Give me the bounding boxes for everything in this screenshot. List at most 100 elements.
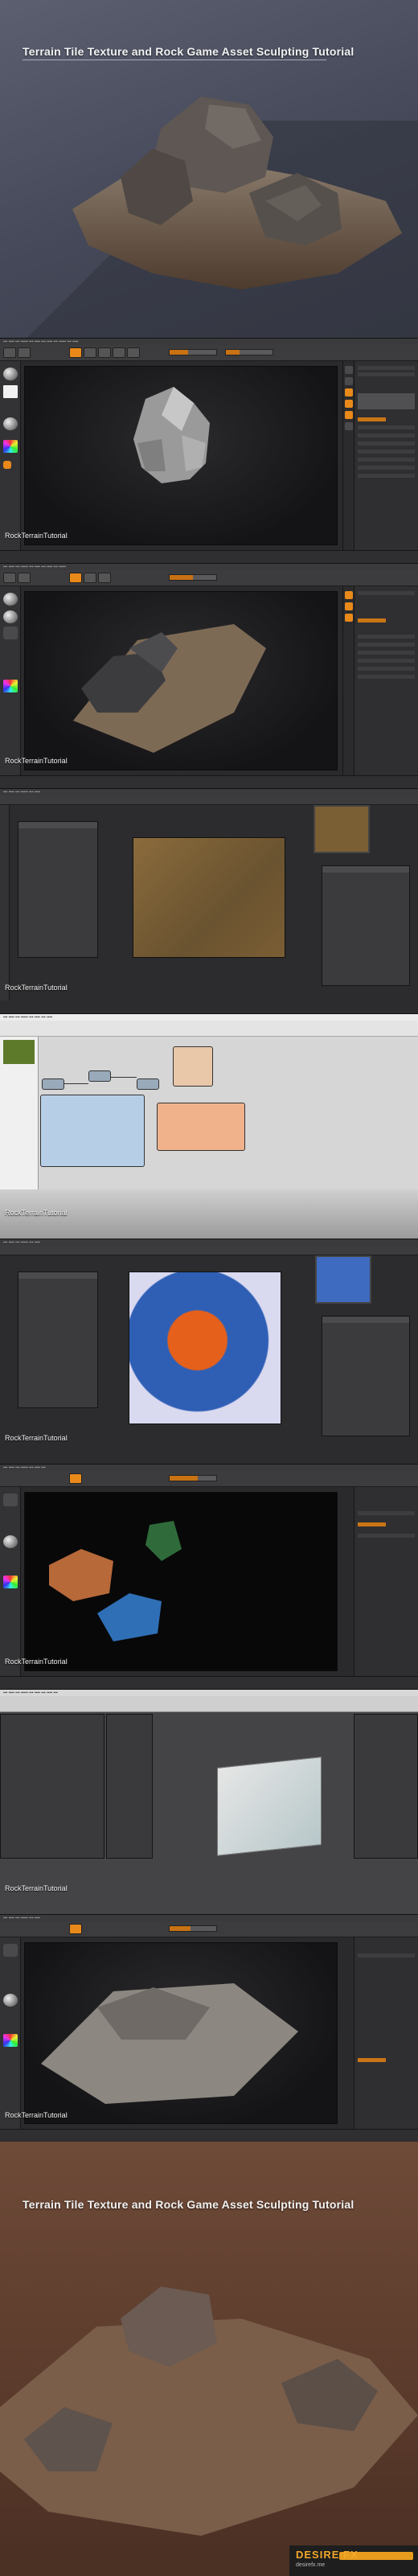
menu-bar[interactable]: ▪▪▪ ▪▪▪▪ ▪▪▪ ▪▪▪▪▪ ▪▪▪ ▪▪▪▪ ▪▪▪ ▪▪▪▪ ▪▪▪ xyxy=(0,1690,418,1696)
color-picker-icon[interactable] xyxy=(3,440,18,453)
draw-size-slider[interactable] xyxy=(225,349,273,355)
navigator-thumbnail xyxy=(315,1255,371,1304)
modifier-panel[interactable] xyxy=(0,1714,104,1859)
terrain-texture-canvas[interactable] xyxy=(133,837,285,958)
comment-frame[interactable] xyxy=(40,1095,145,1167)
screen-zbrush-terrain-tile: ▪▪▪ ▪▪▪▪ ▪▪▪ ▪▪▪▪▪ ▪▪▪ ▪▪▪▪ RockTerrainT… xyxy=(0,1914,418,2142)
3d-viewport[interactable] xyxy=(24,591,338,770)
move-button[interactable] xyxy=(98,347,111,358)
graph-node[interactable] xyxy=(88,1070,111,1082)
grey-rock-mesh xyxy=(133,387,210,483)
viewport-side-buttons xyxy=(342,361,354,550)
top-toolbar xyxy=(0,570,418,586)
3d-viewport[interactable] xyxy=(24,1942,338,2124)
watermark-badge: DESIRE FX desirefx.me xyxy=(289,2545,418,2576)
command-panel[interactable] xyxy=(354,1714,418,1859)
alpha-icon[interactable] xyxy=(3,627,18,639)
viewport-side-buttons xyxy=(342,586,354,775)
brush-icon[interactable] xyxy=(3,1944,18,1957)
swatch-icon[interactable] xyxy=(3,461,11,469)
stroke-icon[interactable] xyxy=(3,610,18,623)
menu-bar[interactable]: ▪▪▪ ▪▪▪▪ ▪▪▪ ▪▪▪▪▪ ▪▪▪ ▪▪▪▪ xyxy=(0,1915,418,1921)
brush-settings-panel[interactable] xyxy=(18,1272,98,1408)
library-tree[interactable] xyxy=(0,1037,39,1189)
status-bar xyxy=(0,550,418,563)
tutorial-caption: RockTerrainTutorial xyxy=(5,532,68,540)
menu-bar[interactable]: ▪▪▪ ▪▪▪▪ ▪▪▪ ▪▪▪▪▪ ▪▪▪ ▪▪▪▪ ▪▪▪ ▪▪▪▪ xyxy=(0,1014,418,1021)
color-picker-icon[interactable] xyxy=(3,2034,18,2047)
screen-photoshop-terrain-texture: ▪▪▪ ▪▪▪▪ ▪▪▪ ▪▪▪▪▪ ▪▪▪ ▪▪▪▪ RockTerrainT… xyxy=(0,788,418,1013)
status-bar xyxy=(0,2129,418,2142)
left-shelf xyxy=(0,1487,21,1676)
layers-panel[interactable] xyxy=(322,865,410,986)
tutorial-caption: RockTerrainTutorial xyxy=(5,1434,68,1442)
rock-terrain-mesh xyxy=(73,624,266,753)
screen-zbrush-rock-grey: ▪▪▪ ▪▪▪▪ ▪▪▪ ▪▪▪▪▪ ▪▪▪ ▪▪▪▪ ▪▪▪ ▪▪▪▪ ▪▪▪… xyxy=(0,338,418,563)
edit-button[interactable] xyxy=(69,347,82,358)
menu-bar[interactable]: ▪▪▪ ▪▪▪▪ ▪▪▪ ▪▪▪▪▪ ▪▪▪ ▪▪▪▪ xyxy=(0,1239,418,1246)
graph-node[interactable] xyxy=(42,1078,64,1090)
tool-palette xyxy=(354,361,418,550)
z-intensity-slider[interactable] xyxy=(169,349,217,355)
material-icon[interactable] xyxy=(3,1535,18,1548)
left-shelf xyxy=(0,586,21,775)
brush-icon[interactable] xyxy=(3,593,18,606)
left-shelf xyxy=(0,361,21,550)
z-intensity-slider[interactable] xyxy=(169,1925,217,1932)
layers-panel[interactable] xyxy=(322,1316,410,1436)
projection-button[interactable] xyxy=(3,347,16,358)
color-picker-icon[interactable] xyxy=(3,680,18,692)
rgb-intensity-slider[interactable] xyxy=(169,1475,217,1481)
z-intensity-slider[interactable] xyxy=(169,574,217,581)
terrain-tile-mesh xyxy=(41,1983,298,2104)
left-shelf xyxy=(0,1937,21,2129)
material-icon[interactable] xyxy=(3,417,18,430)
hero-title: Terrain Tile Texture and Rock Game Asset… xyxy=(23,45,354,58)
menu-bar[interactable]: ▪▪▪ ▪▪▪▪ ▪▪▪ ▪▪▪▪▪ ▪▪▪ ▪▪▪▪ ▪▪▪ xyxy=(0,1465,418,1471)
badge-text: DESIRE FX xyxy=(296,2549,359,2561)
scale-button[interactable] xyxy=(113,347,125,358)
screen-zbrush-rock-on-terrain: ▪▪▪ ▪▪▪▪ ▪▪▪ ▪▪▪▪▪ ▪▪▪ ▪▪▪▪ ▪▪▪ ▪▪▪▪ ▪▪▪… xyxy=(0,563,418,788)
status-bar xyxy=(0,1676,418,1689)
hero-rock-render xyxy=(72,97,402,290)
3d-viewport[interactable] xyxy=(24,1492,338,1671)
brush-icon[interactable] xyxy=(3,368,18,380)
lightbox-button[interactable] xyxy=(18,347,31,358)
mask-canvas[interactable] xyxy=(129,1272,281,1424)
menu-bar[interactable]: ▪▪▪ ▪▪▪▪ ▪▪▪ ▪▪▪▪▪ ▪▪▪ ▪▪▪▪ xyxy=(0,789,418,795)
tutorial-caption: RockTerrainTutorial xyxy=(5,1209,68,1217)
badge-subtext: desirefx.me xyxy=(296,2562,326,2568)
menu-bar[interactable]: ▪▪▪ ▪▪▪▪ ▪▪▪ ▪▪▪▪▪ ▪▪▪ ▪▪▪▪ ▪▪▪ ▪▪▪▪ ▪▪▪… xyxy=(0,339,418,345)
navigator-thumbnail xyxy=(314,805,370,853)
graph-node[interactable] xyxy=(137,1078,159,1090)
graph-node[interactable] xyxy=(173,1046,213,1087)
screen-node-editor: ▪▪▪ ▪▪▪▪ ▪▪▪ ▪▪▪▪▪ ▪▪▪ ▪▪▪▪ ▪▪▪ ▪▪▪▪ Roc… xyxy=(0,1013,418,1239)
screen-photoshop-mask: ▪▪▪ ▪▪▪▪ ▪▪▪ ▪▪▪▪▪ ▪▪▪ ▪▪▪▪ RockTerrainT… xyxy=(0,1239,418,1464)
tool-palette xyxy=(354,586,418,775)
top-toolbar xyxy=(0,1471,418,1487)
tutorial-caption: RockTerrainTutorial xyxy=(5,1658,68,1666)
tools-panel xyxy=(0,805,10,1000)
brush-settings-panel[interactable] xyxy=(18,821,98,958)
terrain-mesh[interactable] xyxy=(217,1756,322,1856)
menu-bar[interactable]: ▪▪▪ ▪▪▪▪ ▪▪▪ ▪▪▪▪▪ ▪▪▪ ▪▪▪▪ ▪▪▪ ▪▪▪▪ ▪▪▪… xyxy=(0,564,418,570)
node-toolbar xyxy=(0,1021,418,1037)
edit-button[interactable] xyxy=(69,1473,82,1484)
layer-list[interactable] xyxy=(106,1714,153,1859)
3d-viewport[interactable] xyxy=(24,366,338,545)
hero-terrain-render xyxy=(0,2286,418,2536)
material-icon[interactable] xyxy=(3,1994,18,2007)
hero-top-banner: Terrain Tile Texture and Rock Game Asset… xyxy=(0,0,418,338)
comment-frame[interactable] xyxy=(157,1103,245,1151)
screen-max-terrain-mesh: ▪▪▪ ▪▪▪▪ ▪▪▪ ▪▪▪▪▪ ▪▪▪ ▪▪▪▪ ▪▪▪ ▪▪▪▪ ▪▪▪… xyxy=(0,1689,418,1914)
rotate-button[interactable] xyxy=(127,347,140,358)
brush-icon[interactable] xyxy=(3,1493,18,1506)
texture-icon[interactable] xyxy=(3,385,18,398)
main-toolbar xyxy=(0,1696,418,1712)
color-picker-icon[interactable] xyxy=(3,1576,18,1588)
edit-button[interactable] xyxy=(69,1924,82,1934)
tutorial-caption: RockTerrainTutorial xyxy=(5,984,68,992)
draw-button[interactable] xyxy=(84,347,96,358)
tool-palette xyxy=(354,1937,418,2129)
edit-button[interactable] xyxy=(69,573,82,583)
